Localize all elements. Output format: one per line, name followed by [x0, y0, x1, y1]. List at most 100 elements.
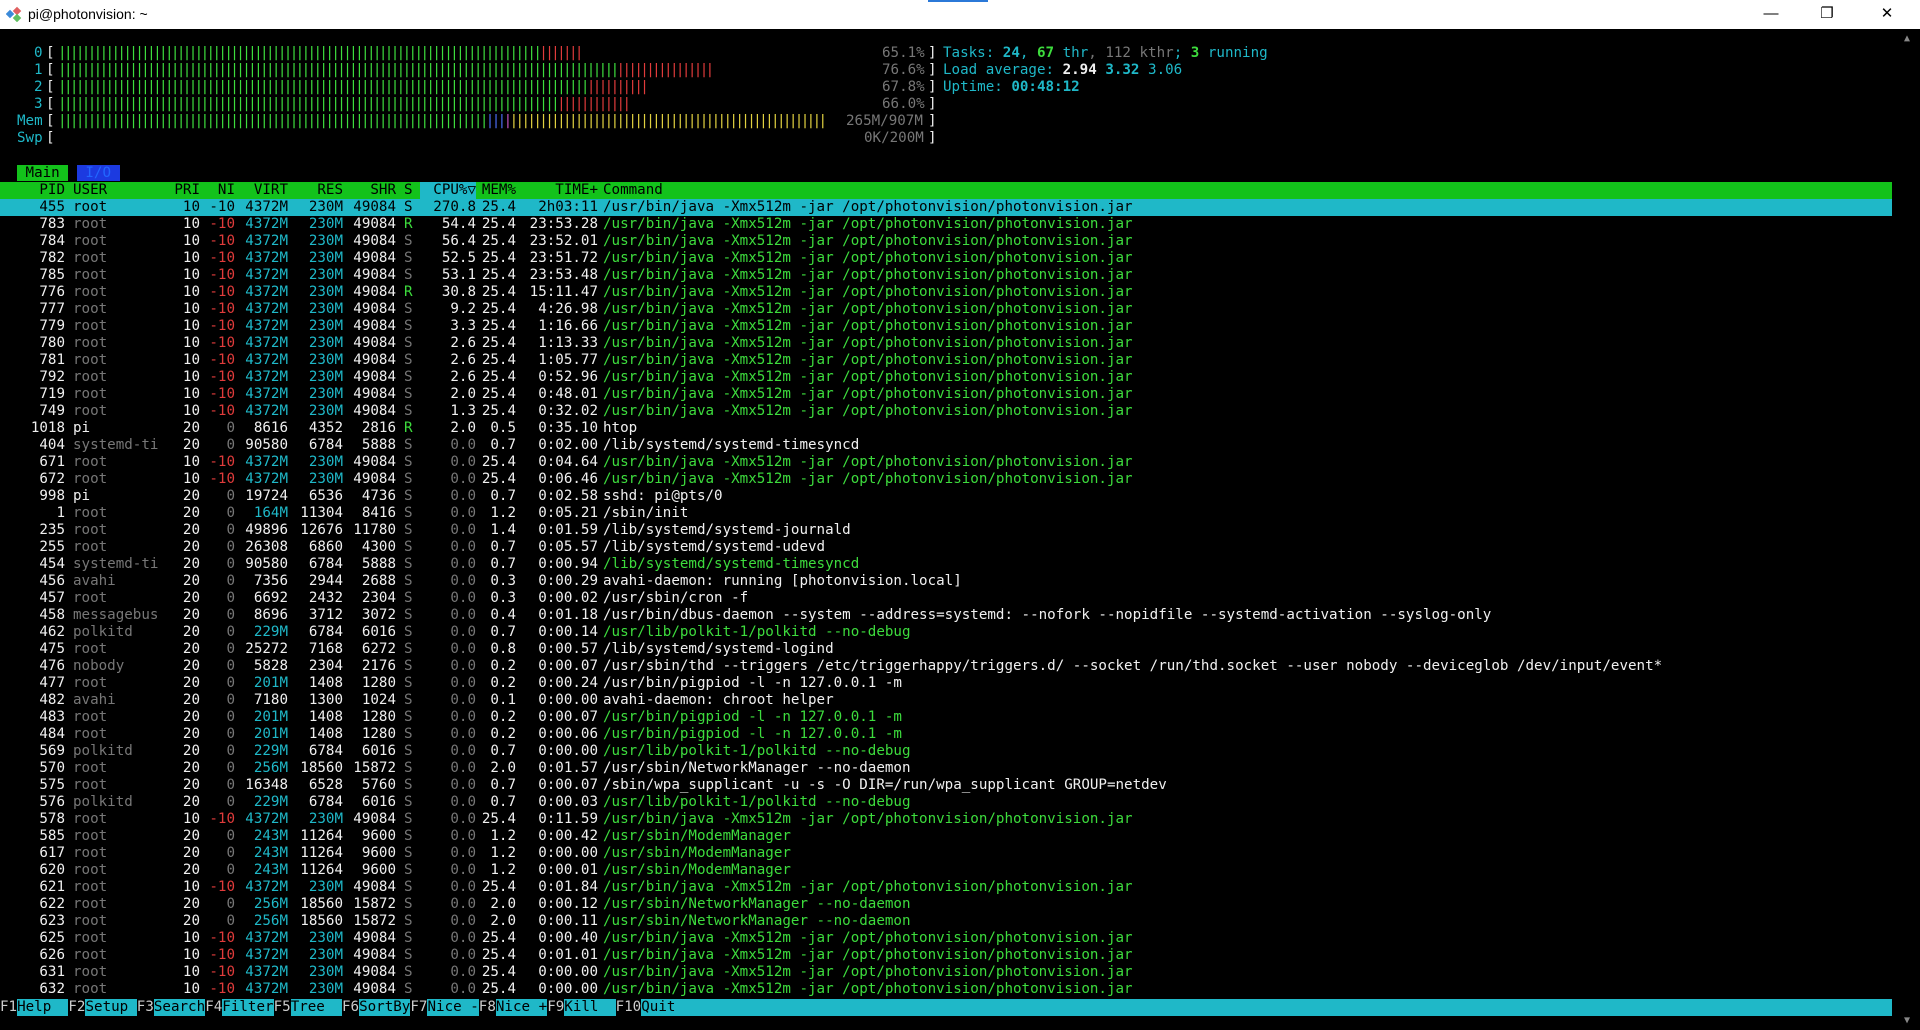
process-row[interactable]: 671 root 10 -10 4372M 230M 49084 S 0.0 25.4 0:04.6… — [0, 454, 1892, 471]
fkey-f10[interactable]: F10 — [615, 999, 642, 1016]
process-row[interactable]: 749 root 10 -10 4372M 230M 49084 S 1.3 25.4 0:32.0… — [0, 403, 1892, 420]
process-row[interactable]: 458 messagebus 20 0 8696 3712 3072 S 0.0 0.4 0:01.… — [0, 607, 1892, 624]
process-row[interactable]: 792 root 10 -10 4372M 230M 49084 S 2.6 25.4 0:52.9… — [0, 369, 1892, 386]
fkey-label-f10[interactable]: Quit — [641, 999, 692, 1016]
process-row[interactable]: 575 root 20 0 16348 6528 5760 S 0.0 0.7 0:00.07/sb… — [0, 777, 1892, 794]
column-header-shr[interactable]: SHR — [344, 182, 396, 199]
tab-main[interactable]: Main — [17, 165, 69, 181]
fkey-label-f5[interactable]: Tree — [291, 999, 342, 1016]
process-row[interactable]: 477 root 20 0 201M 1408 1280 S 0.0 0.2 0:00.24/usr… — [0, 675, 1892, 692]
col-command: /usr/bin/java -Xmx512m -jar /opt/photonv… — [603, 301, 1133, 317]
col-cpu: 0.0 — [450, 471, 476, 487]
process-row[interactable]: 998 pi 20 0 19724 6536 4736 S 0.0 0.7 0:02.58 sshd:… — [0, 488, 1892, 505]
col-mem: 25.4 — [481, 199, 516, 215]
tab-io[interactable]: I/O — [76, 165, 120, 181]
fkey-f8[interactable]: F8 — [478, 999, 496, 1016]
column-header-cpu[interactable]: CPU%▽ — [420, 182, 476, 199]
column-header-pid[interactable]: PID — [17, 182, 65, 199]
fkey-f1[interactable]: F1 — [0, 999, 18, 1016]
col-res: 230M — [308, 811, 343, 827]
fkey-label-f8[interactable]: Nice + — [496, 999, 547, 1016]
col-ni: 0 — [226, 658, 235, 674]
minimize-button[interactable]: — — [1748, 0, 1794, 29]
process-row[interactable]: 482 avahi 20 0 7180 1300 1024 S 0.0 0.1 0:00.00 ava… — [0, 692, 1892, 709]
process-row[interactable]: 576 polkitd 20 0 229M 6784 6016 S 0.0 0.7 0:00.03 /… — [0, 794, 1892, 811]
column-header-state[interactable]: S — [404, 182, 418, 199]
fkey-label-f2[interactable]: Setup — [86, 999, 137, 1016]
fkey-f7[interactable]: F7 — [410, 999, 428, 1016]
process-row[interactable]: 476 nobody 20 0 5828 2304 2176 S 0.0 0.2 0:00.07/u… — [0, 658, 1892, 675]
process-row[interactable]: 632 root 10 -10 4372M 230M 49084 S 0.0 25.4 0:00.0… — [0, 981, 1892, 998]
process-row[interactable]: 781 root 10 -10 4372M 230M 49084 S 2.6 25.4 1:05.7… — [0, 352, 1892, 369]
column-header-ni[interactable]: NI — [205, 182, 235, 199]
process-row[interactable]: 578 root 10 -10 4372M 230M 49084 S 0.0 25.4 0:11.5… — [0, 811, 1892, 828]
process-row[interactable]: 457 root 20 0 6692 2432 2304 S 0.0 0.3 0:00.02/usr… — [0, 590, 1892, 607]
fkey-f5[interactable]: F5 — [273, 999, 291, 1016]
scroll-up-icon[interactable]: ▲ — [1904, 33, 1910, 44]
process-row[interactable]: 623 root 20 0 256M 18560 15872 S 0.0 2.0 0:00.11/u… — [0, 913, 1892, 930]
fkey-f2[interactable]: F2 — [68, 999, 86, 1016]
close-button[interactable]: ✕ — [1864, 0, 1910, 29]
column-header-time[interactable]: TIME+ — [520, 182, 598, 199]
scrollbar[interactable]: ▲ ▼ — [1900, 29, 1920, 1030]
column-header-mem[interactable]: MEM% — [478, 182, 516, 199]
fkey-label-f6[interactable]: SortBy — [359, 999, 410, 1016]
fkey-f6[interactable]: F6 — [342, 999, 360, 1016]
col-cpu: 2.0 — [450, 420, 476, 436]
column-header-pri[interactable]: PRI — [170, 182, 200, 199]
process-row[interactable]: 462 polkitd 20 0 229M 6784 6016 S 0.0 0.7 0:00.14 /… — [0, 624, 1892, 641]
process-row[interactable]: 779 root 10 -10 4372M 230M 49084 S 3.3 25.4 1:16.6… — [0, 318, 1892, 335]
fkey-label-f7[interactable]: Nice - — [428, 999, 479, 1016]
process-row[interactable]: 622 root 20 0 256M 18560 15872 S 0.0 2.0 0:00.12/u… — [0, 896, 1892, 913]
process-row[interactable]: 235 root 20 0 49896 12676 11780 S 0.0 1.4 0:01.59 /… — [0, 522, 1892, 539]
process-row[interactable]: 785 root 10 -10 4372M 230M 49084 S 53.1 25.4 23:53… — [0, 267, 1892, 284]
process-row[interactable]: 776 root 10 -10 4372M 230M 49084 R 30.8 25.4 15:11… — [0, 284, 1892, 301]
process-row[interactable]: 626 root 10 -10 4372M 230M 49084 S 0.0 25.4 0:01.0… — [0, 947, 1892, 964]
col-time: 0:01.84 — [538, 879, 598, 895]
process-row[interactable]: 570 root 20 0 256M 18560 15872 S 0.0 2.0 0:01.57/u… — [0, 760, 1892, 777]
process-row[interactable]: 719 root 10 -10 4372M 230M 49084 S 2.0 25.4 0:48.0… — [0, 386, 1892, 403]
selected-process-row[interactable]: 455 root 10 -10 4372M 230M 49084 S 270.8 25.4 2h03… — [0, 199, 1892, 216]
process-row[interactable]: 1018 pi 20 0 8616 4352 2816 R 2.0 0.5 0:35.10 htop — [0, 420, 1892, 437]
fkey-label-f9[interactable]: Kill — [564, 999, 615, 1016]
fkey-label-f3[interactable]: Search — [154, 999, 205, 1016]
process-row[interactable]: 620 root 20 0 243M 11264 9600 S 0.0 1.2 0:00.01/us… — [0, 862, 1892, 879]
process-row[interactable]: 617 root 20 0 243M 11264 9600 S 0.0 1.2 0:00.00/us… — [0, 845, 1892, 862]
process-row[interactable]: 780 root 10 -10 4372M 230M 49084 S 2.6 25.4 1:13.3… — [0, 335, 1892, 352]
col-time: 0:00.07 — [538, 777, 598, 793]
fkey-f9[interactable]: F9 — [547, 999, 565, 1016]
process-row[interactable]: 621 root 10 -10 4372M 230M 49084 S 0.0 25.4 0:01.8… — [0, 879, 1892, 896]
process-row[interactable]: 631 root 10 -10 4372M 230M 49084 S 0.0 25.4 0:00.0… — [0, 964, 1892, 981]
fkey-label-f1[interactable]: Help — [17, 999, 68, 1016]
scroll-down-icon[interactable]: ▼ — [1904, 1015, 1910, 1026]
process-row[interactable]: 569 polkitd 20 0 229M 6784 6016 S 0.0 0.7 0:00.00 /… — [0, 743, 1892, 760]
column-header-res[interactable]: RES — [291, 182, 343, 199]
col-command: /lib/systemd/systemd-journald — [603, 522, 851, 538]
process-row[interactable]: 475 root 20 0 25272 7168 6272 S 0.0 0.8 0:00.57/li… — [0, 641, 1892, 658]
process-row[interactable]: 784 root 10 -10 4372M 230M 49084 S 56.4 25.4 23:52… — [0, 233, 1892, 250]
col-user: avahi — [73, 692, 116, 708]
fkey-f4[interactable]: F4 — [205, 999, 223, 1016]
fkey-f3[interactable]: F3 — [136, 999, 154, 1016]
process-row[interactable]: 585 root 20 0 243M 11264 9600 S 0.0 1.2 0:00.42/us… — [0, 828, 1892, 845]
process-row[interactable]: 255 root 20 0 26308 6860 4300 S 0.0 0.7 0:05.57/li… — [0, 539, 1892, 556]
process-row[interactable]: 1 root 20 0 164M 11304 8416 S 0.0 1.2 0:05.21/sbin… — [0, 505, 1892, 522]
fkey-label-f4[interactable]: Filter — [222, 999, 273, 1016]
process-row[interactable]: 625 root 10 -10 4372M 230M 49084 S 0.0 25.4 0:00.4… — [0, 930, 1892, 947]
process-row[interactable]: 777 root 10 -10 4372M 230M 49084 S 9.2 25.4 4:26.9… — [0, 301, 1892, 318]
column-header-user[interactable]: USER — [73, 182, 161, 199]
process-row[interactable]: 456 avahi 20 0 7356 2944 2688 S 0.0 0.3 0:00.29 ava… — [0, 573, 1892, 590]
column-header-virt[interactable]: VIRT — [240, 182, 288, 199]
process-row[interactable]: 454 systemd-ti 20 0 90580 6784 5888 S 0.0 0.7 0:00… — [0, 556, 1892, 573]
col-shr: 5888 — [361, 437, 396, 453]
process-row[interactable]: 404 systemd-ti 20 0 90580 6784 5888 S 0.0 0.7 0:02… — [0, 437, 1892, 454]
process-row[interactable]: 483 root 20 0 201M 1408 1280 S 0.0 0.2 0:00.07/usr… — [0, 709, 1892, 726]
process-row[interactable]: 783 root 10 -10 4372M 230M 49084 R 54.4 25.4 23:53… — [0, 216, 1892, 233]
process-row[interactable]: 484 root 20 0 201M 1408 1280 S 0.0 0.2 0:00.06/usr… — [0, 726, 1892, 743]
process-row[interactable]: 782 root 10 -10 4372M 230M 49084 S 52.5 25.4 23:51… — [0, 250, 1892, 267]
maximize-button[interactable]: ❐ — [1804, 0, 1850, 29]
col-virt: 4372M — [245, 454, 288, 470]
col-command: /usr/bin/pigpiod -l -n 127.0.0.1 -m — [603, 726, 902, 742]
column-header-command[interactable]: Command — [603, 182, 1883, 199]
process-row[interactable]: 672 root 10 -10 4372M 230M 49084 S 0.0 25.4 0:06.4… — [0, 471, 1892, 488]
